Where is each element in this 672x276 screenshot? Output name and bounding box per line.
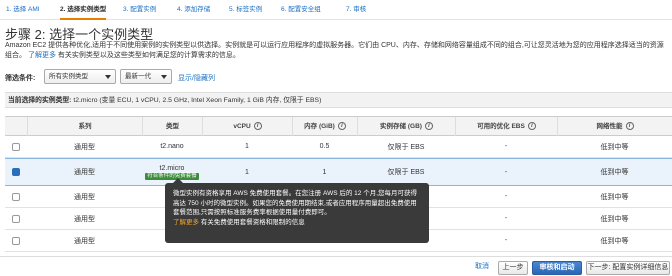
cancel-button[interactable]: 取消 bbox=[470, 261, 494, 275]
generation-select[interactable]: 最新一代 bbox=[120, 69, 172, 84]
wizard-footer: 取消 上一步 审核和启动 下一步: 配置实例详细信息 bbox=[0, 256, 672, 276]
instance-family-value: 所有实例类型 bbox=[49, 73, 88, 80]
instance-family-select[interactable]: 所有实例类型 bbox=[44, 69, 116, 84]
ebs-cell: - bbox=[504, 143, 508, 150]
description-tail: 有关实例类型以及这些类型如何满足您的计算需求的信息。 bbox=[55, 51, 240, 59]
previous-button[interactable]: 上一步 bbox=[498, 261, 528, 275]
filter-label: 筛选条件: bbox=[5, 75, 36, 82]
network-cell: 低到中等 bbox=[600, 169, 629, 176]
family-cell: 通用型 bbox=[74, 237, 95, 245]
row-checkbox[interactable] bbox=[12, 236, 20, 245]
table-row[interactable]: 通用型 t2.nano 1 0.5 仅限于 EBS - 低到中等 bbox=[5, 136, 672, 158]
wizard-steps: 1. 选择 AMI 2. 选择实例类型 3. 配置实例 4. 添加存储 5. 标… bbox=[0, 0, 672, 20]
row-checkbox[interactable] bbox=[12, 214, 20, 223]
header-memory[interactable]: 内存 (GiB) i bbox=[292, 117, 357, 136]
family-cell: 通用型 bbox=[74, 143, 95, 151]
header-ebs-optimized[interactable]: 可用的优化 EBS i bbox=[455, 117, 557, 136]
row-select-cell bbox=[5, 186, 27, 207]
family-cell: 通用型 bbox=[74, 215, 95, 223]
table-row-selected[interactable]: 通用型 t2.micro 符合条件的免费套餐 1 1 仅限于 EBS - 低到中… bbox=[5, 158, 672, 186]
current-selection-value: t2.micro (变量 ECU, 1 vCPU, 2.5 GHz, Intel… bbox=[73, 97, 322, 104]
header-type[interactable]: 类型 bbox=[142, 117, 202, 136]
review-and-launch-button[interactable]: 审核和启动 bbox=[532, 261, 582, 275]
current-selection-prefix: 当前选择的实例类型: bbox=[8, 97, 72, 104]
row-select-cell bbox=[5, 136, 27, 157]
step-choose-ami[interactable]: 1. 选择 AMI bbox=[6, 0, 40, 20]
storage-cell: 仅限于 EBS bbox=[387, 169, 425, 176]
tooltip-learn-more-link[interactable]: 了解更多 bbox=[173, 219, 199, 226]
generation-value: 最新一代 bbox=[125, 73, 151, 80]
network-cell: 低到中等 bbox=[600, 237, 629, 245]
header-vcpu[interactable]: vCPU i bbox=[202, 117, 292, 136]
header-select-column bbox=[5, 117, 27, 136]
type-cell: t2.micro 符合条件的免费套餐 bbox=[142, 159, 202, 185]
learn-more-link[interactable]: 了解更多 bbox=[28, 52, 56, 59]
memory-cell: 0.5 bbox=[319, 143, 330, 150]
info-icon[interactable]: i bbox=[527, 122, 536, 131]
row-checkbox[interactable] bbox=[12, 192, 20, 201]
tooltip-text: 微型实例有资格享用 AWS 免费使用套餐。在您注册 AWS 后的 12 个月,您… bbox=[173, 190, 418, 216]
network-cell: 低到中等 bbox=[600, 193, 629, 201]
family-cell: 通用型 bbox=[74, 169, 95, 176]
step-review[interactable]: 7. 审核 bbox=[346, 0, 366, 20]
row-checkbox[interactable] bbox=[12, 142, 20, 151]
chevron-down-icon bbox=[161, 75, 167, 79]
row-select-cell bbox=[5, 208, 27, 229]
current-selection-bar: 当前选择的实例类型: t2.micro (变量 ECU, 1 vCPU, 2.5… bbox=[5, 92, 672, 108]
type-name: t2.micro bbox=[159, 164, 185, 172]
memory-cell: 1 bbox=[322, 168, 327, 176]
ebs-cell: - bbox=[504, 168, 508, 176]
family-cell: 通用型 bbox=[74, 193, 95, 201]
row-select-cell bbox=[5, 230, 27, 251]
vcpu-cell: 1 bbox=[245, 143, 249, 150]
page-description: Amazon EC2 提供各种优化,适用于不同使用案例的实例类型以供选择。实例就… bbox=[5, 41, 665, 60]
step-configure-instance[interactable]: 3. 配置实例 bbox=[123, 0, 156, 20]
info-icon[interactable]: i bbox=[253, 122, 262, 131]
type-cell: t2.nano bbox=[160, 143, 184, 150]
tooltip-arrow bbox=[173, 178, 183, 183]
tooltip-tail: 有关免费使用套餐资格和限制的信息 bbox=[199, 218, 305, 226]
info-icon[interactable]: i bbox=[337, 122, 346, 131]
step-add-storage[interactable]: 4. 添加存储 bbox=[177, 0, 210, 20]
step-choose-instance-type[interactable]: 2. 选择实例类型 bbox=[60, 0, 107, 20]
free-tier-badge[interactable]: 符合条件的免费套餐 bbox=[145, 172, 199, 180]
storage-cell: 仅限于 EBS bbox=[387, 143, 425, 151]
ebs-cell: - bbox=[504, 237, 508, 244]
row-checkbox-checked[interactable] bbox=[12, 168, 20, 176]
table-header: 系列 类型 vCPU i 内存 (GiB) i 实例存储 (GB) i 可用的优化 E… bbox=[5, 116, 672, 136]
chevron-down-icon bbox=[105, 75, 111, 79]
network-cell: 低到中等 bbox=[600, 143, 629, 151]
row-select-cell bbox=[5, 159, 27, 185]
ebs-cell: - bbox=[504, 193, 508, 200]
vcpu-cell: 1 bbox=[245, 168, 249, 176]
next-configure-instance-button[interactable]: 下一步: 配置实例详细信息 bbox=[586, 261, 670, 275]
step-configure-security-group[interactable]: 6. 配置安全组 bbox=[281, 0, 321, 20]
header-family[interactable]: 系列 bbox=[27, 117, 142, 136]
header-instance-storage[interactable]: 实例存储 (GB) i bbox=[357, 117, 455, 136]
step-tag-instance[interactable]: 5. 标签实例 bbox=[229, 0, 262, 20]
show-hide-columns-link[interactable]: 显示/隐藏列 bbox=[178, 73, 215, 83]
info-icon[interactable]: i bbox=[424, 122, 433, 131]
info-icon[interactable]: i bbox=[625, 122, 634, 131]
free-tier-tooltip: 微型实例有资格享用 AWS 免费使用套餐。在您注册 AWS 后的 12 个月,您… bbox=[165, 178, 429, 243]
ebs-cell: - bbox=[504, 215, 508, 222]
network-cell: 低到中等 bbox=[600, 215, 629, 223]
header-network-performance[interactable]: 网络性能 i bbox=[557, 117, 672, 136]
